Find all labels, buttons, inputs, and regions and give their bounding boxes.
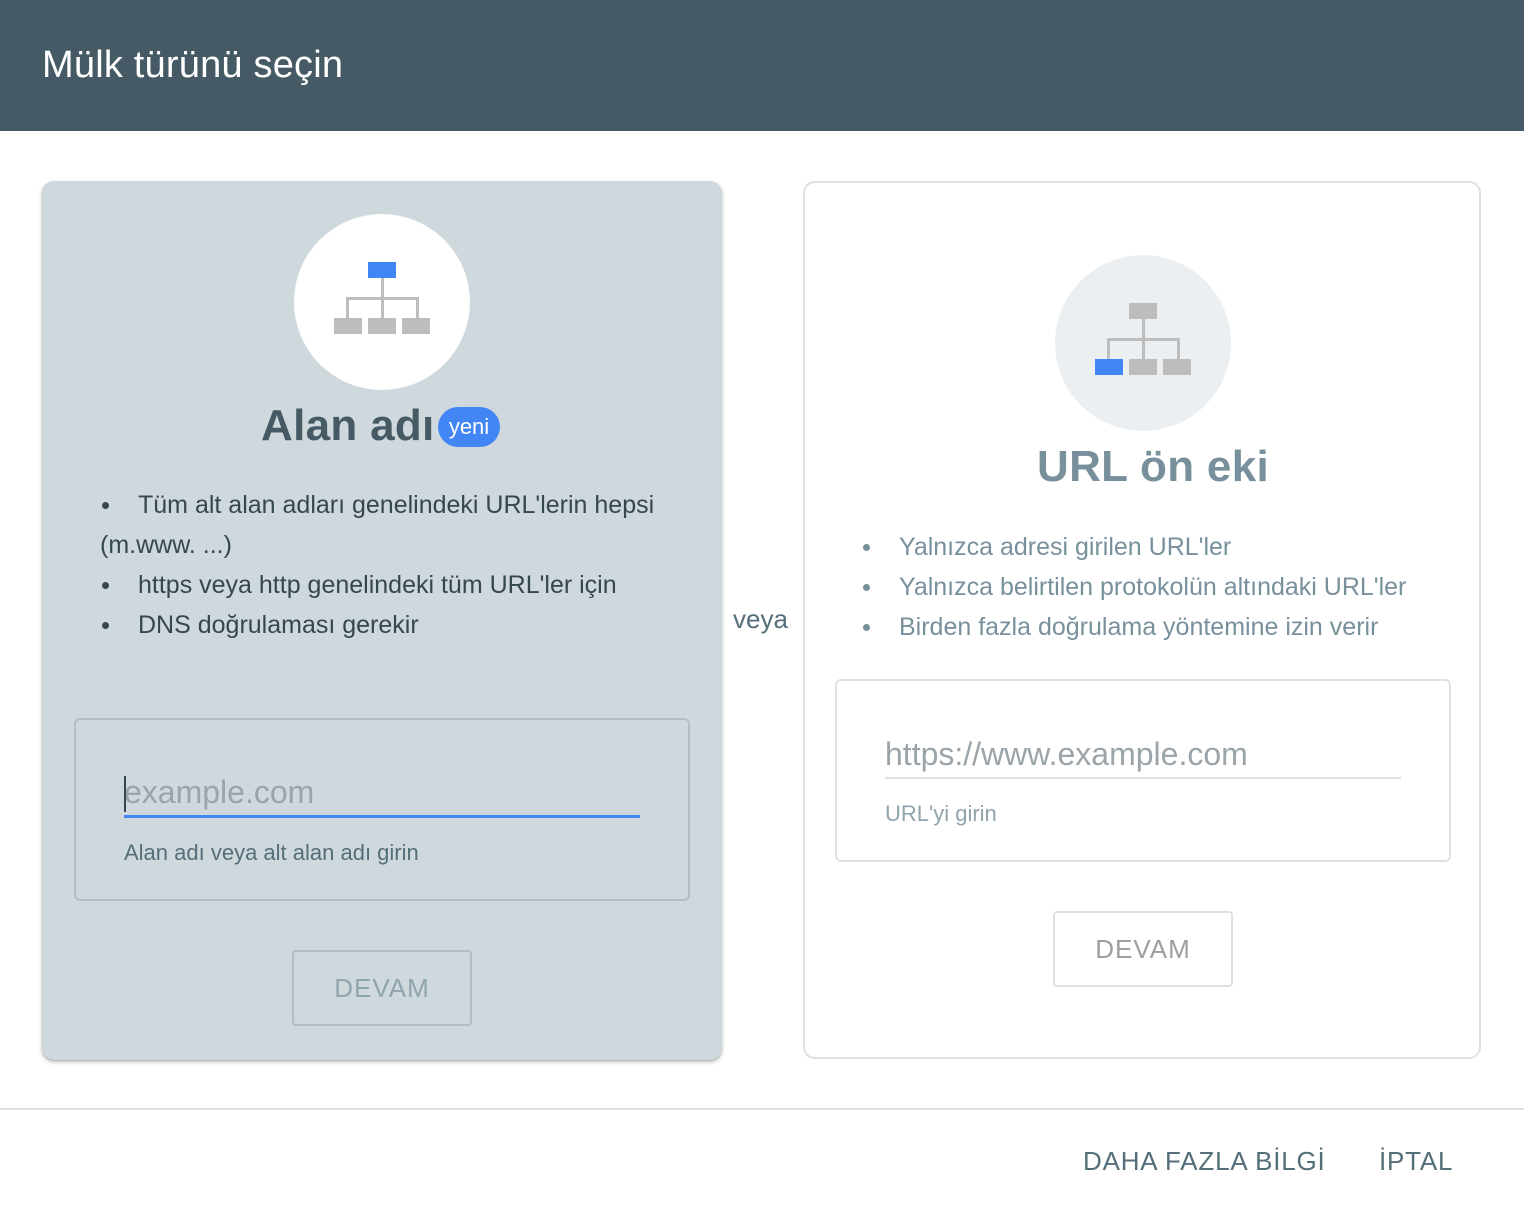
footer-divider [0,1108,1524,1110]
learn-more-button[interactable]: DAHA FAZLA BİLGİ [1083,1146,1326,1177]
list-item: Birden fazla doğrulama yöntemine izin ve… [861,607,1461,647]
list-item: Tüm alt alan adları genelindeki URL'leri… [100,485,680,565]
new-badge: yeni [438,407,500,447]
dialog-title: Mülk türünü seçin [42,44,344,86]
list-item: Yalnızca adresi girilen URL'ler [861,527,1461,567]
domain-option-card[interactable]: Alan adı yeni Tüm alt alan adları geneli… [42,181,722,1060]
cancel-button[interactable]: İPTAL [1379,1146,1453,1177]
dialog-header: Mülk türünü seçin [0,0,1524,131]
list-item: Yalnızca belirtilen protokolün altındaki… [861,567,1461,607]
url-prefix-option-card[interactable]: URL ön eki Yalnızca adresi girilen URL'l… [803,181,1481,1059]
url-prefix-continue-button[interactable]: DEVAM [1053,911,1233,987]
list-item: https veya http genelindeki tüm URL'ler … [100,565,680,605]
domain-input-box: Alan adı veya alt alan adı girin [74,718,690,901]
domain-option-title: Alan adı [261,401,435,450]
sitemap-icon [334,262,430,334]
text-cursor [124,776,126,812]
url-prefix-feature-list: Yalnızca adresi girilen URL'ler Yalnızca… [861,527,1461,647]
url-prefix-icon-container [1055,255,1231,431]
url-prefix-option-title: URL ön eki [1037,442,1270,491]
list-item: DNS doğrulaması gerekir [100,605,680,645]
domain-icon-container [294,214,470,390]
sitemap-icon [1095,303,1191,375]
domain-continue-button[interactable]: DEVAM [292,950,472,1026]
url-input[interactable] [885,731,1401,779]
domain-feature-list: Tüm alt alan adları genelindeki URL'leri… [100,485,680,645]
url-input-box: URL'yi girin [835,679,1451,862]
domain-input[interactable] [124,770,640,818]
or-separator: veya [733,604,788,634]
domain-input-helper: Alan adı veya alt alan adı girin [124,840,419,865]
url-input-helper: URL'yi girin [885,801,997,826]
